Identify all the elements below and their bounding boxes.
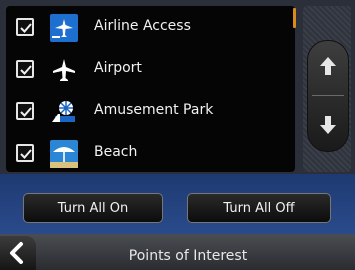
airline-access-icon: [50, 14, 78, 42]
checkmark-icon: [20, 107, 32, 117]
points-of-interest-screen: Airline Access Airport Amusement Park Be…: [0, 0, 355, 270]
list-item-airline-access[interactable]: Airline Access: [6, 8, 295, 48]
amusement-park-icon: [50, 98, 78, 126]
beach-icon: [50, 140, 78, 168]
checkmark-icon: [20, 149, 32, 159]
checkmark-icon: [20, 23, 32, 33]
list-item-amusement-park[interactable]: Amusement Park: [6, 92, 295, 132]
checkmark-icon: [20, 65, 32, 75]
arrow-up-icon: [320, 57, 336, 75]
scroll-up-button[interactable]: [308, 41, 348, 96]
turn-all-off-button[interactable]: Turn All Off: [187, 193, 331, 223]
list-item-airport[interactable]: Airport: [6, 50, 295, 90]
checkbox-amusement-park[interactable]: [16, 102, 34, 120]
poi-list: Airline Access Airport Amusement Park Be…: [6, 6, 295, 172]
checkbox-airport[interactable]: [16, 60, 34, 78]
checkbox-airline-access[interactable]: [16, 18, 34, 36]
item-label: Amusement Park: [94, 102, 214, 118]
scroll-buttons: [307, 40, 349, 152]
arrow-down-icon: [320, 116, 336, 134]
scroll-down-button[interactable]: [308, 96, 348, 151]
item-label: Airport: [94, 60, 142, 76]
back-button[interactable]: [0, 236, 36, 270]
item-label: Beach: [94, 144, 138, 160]
airport-icon: [50, 56, 78, 84]
page-title: Points of Interest: [128, 248, 248, 264]
item-label: Airline Access: [94, 18, 191, 34]
list-item-beach[interactable]: Beach: [6, 134, 295, 172]
chevron-left-icon: [10, 242, 23, 264]
turn-all-on-button[interactable]: Turn All On: [23, 193, 163, 223]
scroll-position-indicator: [293, 8, 296, 28]
checkbox-beach[interactable]: [16, 144, 34, 162]
